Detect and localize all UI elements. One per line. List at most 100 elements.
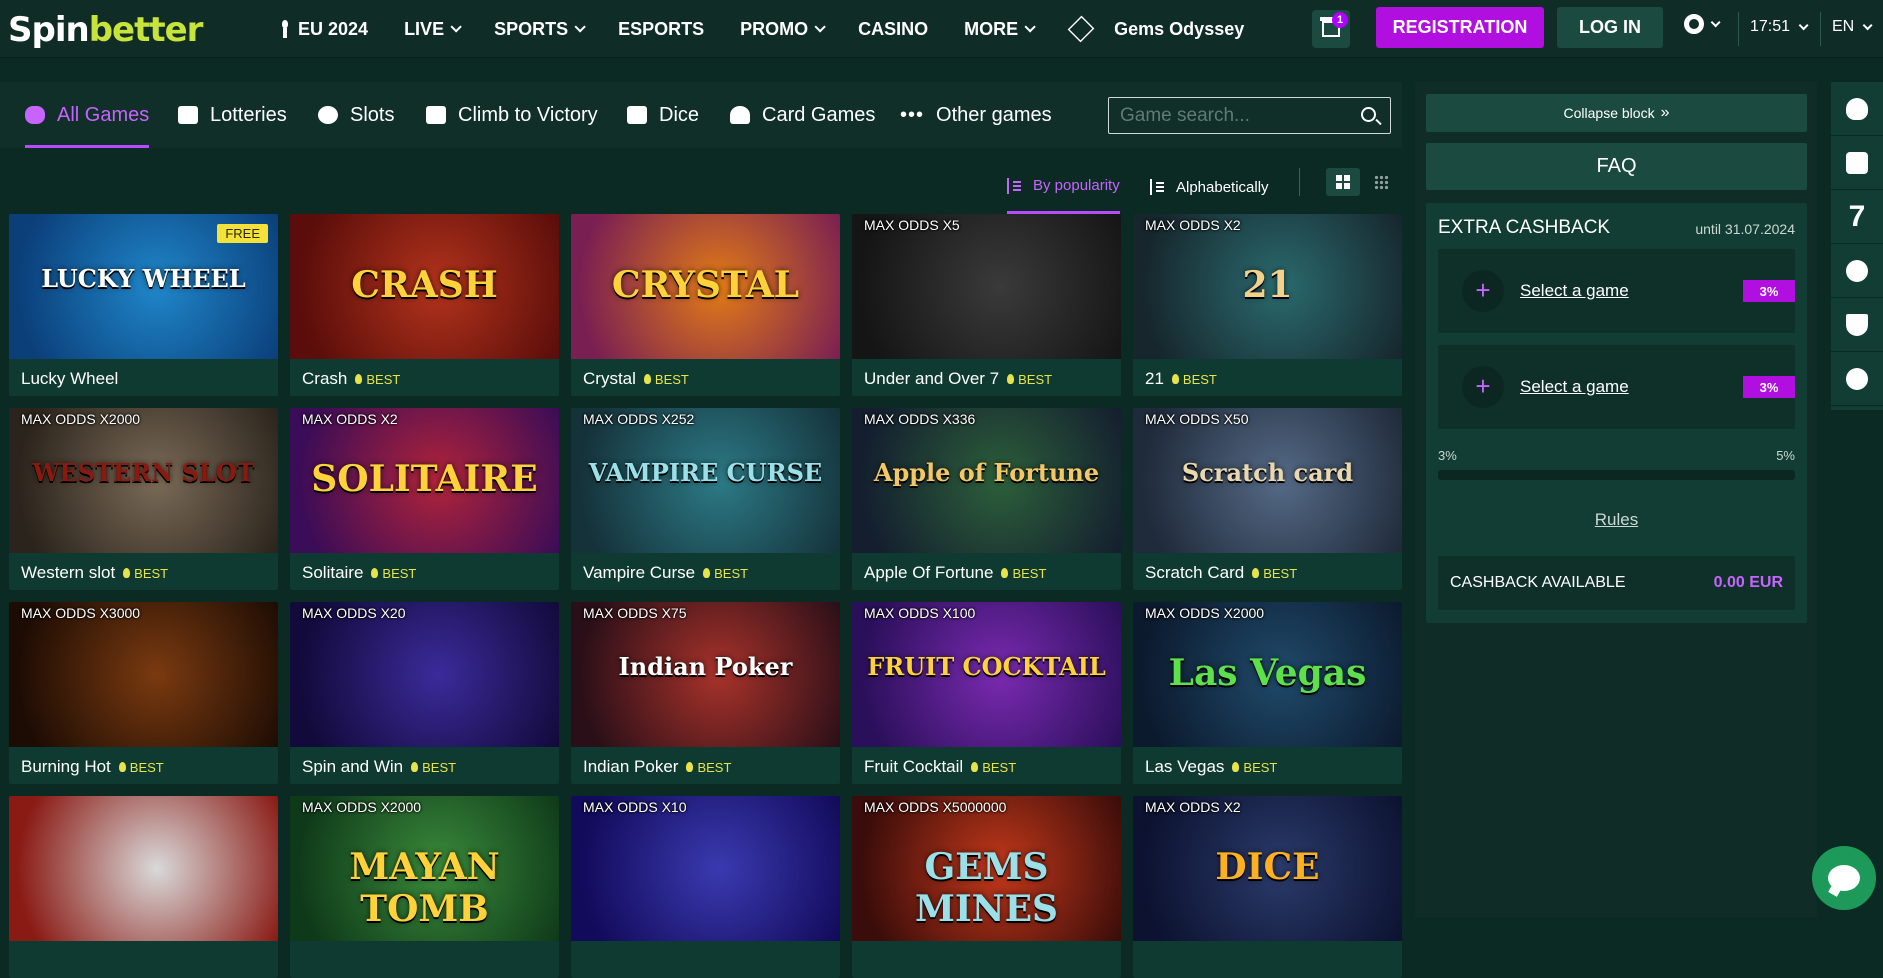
view-large-grid-button[interactable] [1326,168,1360,196]
category-lotteries[interactable]: Lotteries [178,82,287,148]
max-odds-label: MAX ODDS X2000 [21,411,141,427]
gift-button[interactable]: 1 [1312,10,1350,48]
game-card[interactable]: MAX ODDS X5 Under and Over 7 BEST [852,214,1121,396]
language-dropdown[interactable]: EN [1832,18,1873,36]
search-icon[interactable] [1361,107,1376,122]
game-card[interactable]: FRUIT COCKTAIL MAX ODDS X100 Fruit Cocktai… [852,602,1121,784]
nav-more[interactable]: MORE [946,0,1050,58]
side-tool-dollar[interactable] [1831,352,1883,406]
game-thumbnail[interactable]: CRASH [290,214,559,359]
nav-sports[interactable]: SPORTS [476,0,600,58]
game-thumbnail[interactable]: VAMPIRE CURSE MAX ODDS X252 [571,408,840,553]
registration-button[interactable]: REGISTRATION [1376,7,1544,48]
game-thumbnail[interactable]: Apple of Fortune MAX ODDS X336 [852,408,1121,553]
chat-button[interactable] [1812,846,1876,910]
cashback-slot[interactable]: + Select a game 3% [1438,249,1795,333]
game-title-text: Scratch Card [1145,563,1245,582]
game-card[interactable]: Apple of Fortune MAX ODDS X336 Apple Of Fo… [852,408,1121,590]
game-card[interactable]: Scratch card MAX ODDS X50 Scratch Card BEST [1133,408,1402,590]
game-card[interactable]: GEMS MINES MAX ODDS X5000000 [852,796,1121,978]
game-card[interactable]: CRYSTAL Crystal BEST [571,214,840,396]
game-thumbnail[interactable]: Indian Poker MAX ODDS X75 [571,602,840,747]
game-card[interactable]: VAMPIRE CURSE MAX ODDS X252 Vampire Curse B… [571,408,840,590]
game-card[interactable]: DICE MAX ODDS X2 [1133,796,1402,978]
cashback-range-max: 5% [1776,448,1795,463]
game-thumbnail[interactable]: MAX ODDS X20 [290,602,559,747]
nav-casino[interactable]: CASINO [840,0,946,58]
bug-icon [1846,97,1868,120]
game-thumbnail[interactable]: 21 MAX ODDS X2 [1133,214,1402,359]
game-card[interactable]: Indian Poker MAX ODDS X75 Indian Poker BEST [571,602,840,784]
category-dice[interactable]: Dice [627,82,699,148]
game-card[interactable]: SOLITAIRE MAX ODDS X2 Solitaire BEST [290,408,559,590]
cashback-range-min: 3% [1438,448,1457,463]
game-thumbnail[interactable]: SOLITAIRE MAX ODDS X2 [290,408,559,553]
nav-eu-2024[interactable]: EU 2024 [262,0,386,58]
game-card[interactable]: LUCKY WHEEL FREE Lucky Wheel [9,214,278,396]
brand-logo[interactable]: Spinbetter [8,10,203,50]
game-thumbnail[interactable]: FRUIT COCKTAIL MAX ODDS X100 [852,602,1121,747]
category-climb-to-victory[interactable]: Climb to Victory [426,82,598,148]
plus-icon[interactable]: + [1462,270,1504,312]
sort-by-popularity[interactable]: By popularity [1007,160,1120,214]
game-title-text: Indian Poker [583,757,679,776]
game-card[interactable]: MAX ODDS X10 [571,796,840,978]
torch-icon [280,20,290,38]
category-other-games[interactable]: ••• Other games [900,82,1052,148]
side-tool-poker[interactable] [1831,244,1883,298]
game-card[interactable]: WESTERN SLOT MAX ODDS X2000 Western slot BE… [9,408,278,590]
game-thumbnail[interactable]: CRYSTAL [571,214,840,359]
side-tool-bug[interactable] [1831,82,1883,136]
best-badge: BEST [355,372,400,387]
max-odds-label: MAX ODDS X2000 [302,799,422,815]
search-input[interactable] [1109,104,1349,127]
game-thumbnail[interactable]: GEMS MINES MAX ODDS X5000000 [852,796,1121,941]
game-card[interactable]: 21 MAX ODDS X2 21 BEST [1133,214,1402,396]
category-all-games[interactable]: All Games [25,82,150,148]
best-badge: BEST [1171,372,1217,387]
time-dropdown[interactable]: 17:51 [1750,18,1809,36]
game-thumbnail[interactable]: MAYAN TOMB MAX ODDS X2000 [290,796,559,941]
view-small-grid-button[interactable] [1364,168,1398,196]
select-game-link[interactable]: Select a game [1520,281,1629,301]
cashback-slot[interactable]: + Select a game 3% [1438,345,1795,429]
game-thumbnail[interactable]: Las Vegas MAX ODDS X2000 [1133,602,1402,747]
game-thumbnail[interactable]: DICE MAX ODDS X2 [1133,796,1402,941]
select-game-link[interactable]: Select a game [1520,377,1629,397]
best-badge: BEST [1001,566,1046,581]
nav-gems-odyssey[interactable]: Gems Odyssey [1050,0,1262,58]
side-tool-gift[interactable] [1831,136,1883,190]
game-card[interactable]: MAX ODDS X20 Spin and Win BEST [290,602,559,784]
side-tool-seven[interactable]: 7 [1831,190,1883,244]
nav-esports[interactable]: ESPORTS [600,0,722,58]
best-label: BEST [1018,372,1053,387]
settings-dropdown[interactable] [1684,14,1721,34]
game-thumbnail[interactable]: LUCKY WHEEL FREE [9,214,278,359]
game-card[interactable]: Las Vegas MAX ODDS X2000 Las Vegas BEST [1133,602,1402,784]
side-tool-trophy[interactable] [1831,298,1883,352]
game-card[interactable]: CRASH Crash BEST [290,214,559,396]
game-thumbnail[interactable] [9,796,278,941]
chat-bubble-icon [1828,865,1860,891]
game-card[interactable]: MAYAN TOMB MAX ODDS X2000 [290,796,559,978]
faq-button[interactable]: FAQ [1426,143,1807,190]
nav-promo[interactable]: PROMO [722,0,840,58]
game-card[interactable]: MAX ODDS X3000 Burning Hot BEST [9,602,278,784]
sort-alphabetically[interactable]: Alphabetically [1150,160,1269,214]
login-button[interactable]: LOG IN [1557,7,1663,48]
plus-icon[interactable]: + [1462,366,1504,408]
nav-live[interactable]: LIVE [386,0,476,58]
game-thumbnail[interactable]: MAX ODDS X10 [571,796,840,941]
game-thumbnail[interactable]: Scratch card MAX ODDS X50 [1133,408,1402,553]
game-thumbnail[interactable]: WESTERN SLOT MAX ODDS X2000 [9,408,278,553]
game-thumbnail[interactable]: MAX ODDS X5 [852,214,1121,359]
game-card[interactable] [9,796,278,978]
game-art-title: LUCKY WHEEL [41,264,246,293]
best-label: BEST [382,566,417,581]
game-thumbnail[interactable]: MAX ODDS X3000 [9,602,278,747]
category-slots[interactable]: Slots [318,82,394,148]
game-art-title: MAYAN TOMB [349,846,500,930]
rules-link[interactable]: Rules [1426,510,1807,530]
collapse-block-button[interactable]: Collapse block» [1426,94,1807,132]
category-card-games[interactable]: Card Games [730,82,875,148]
